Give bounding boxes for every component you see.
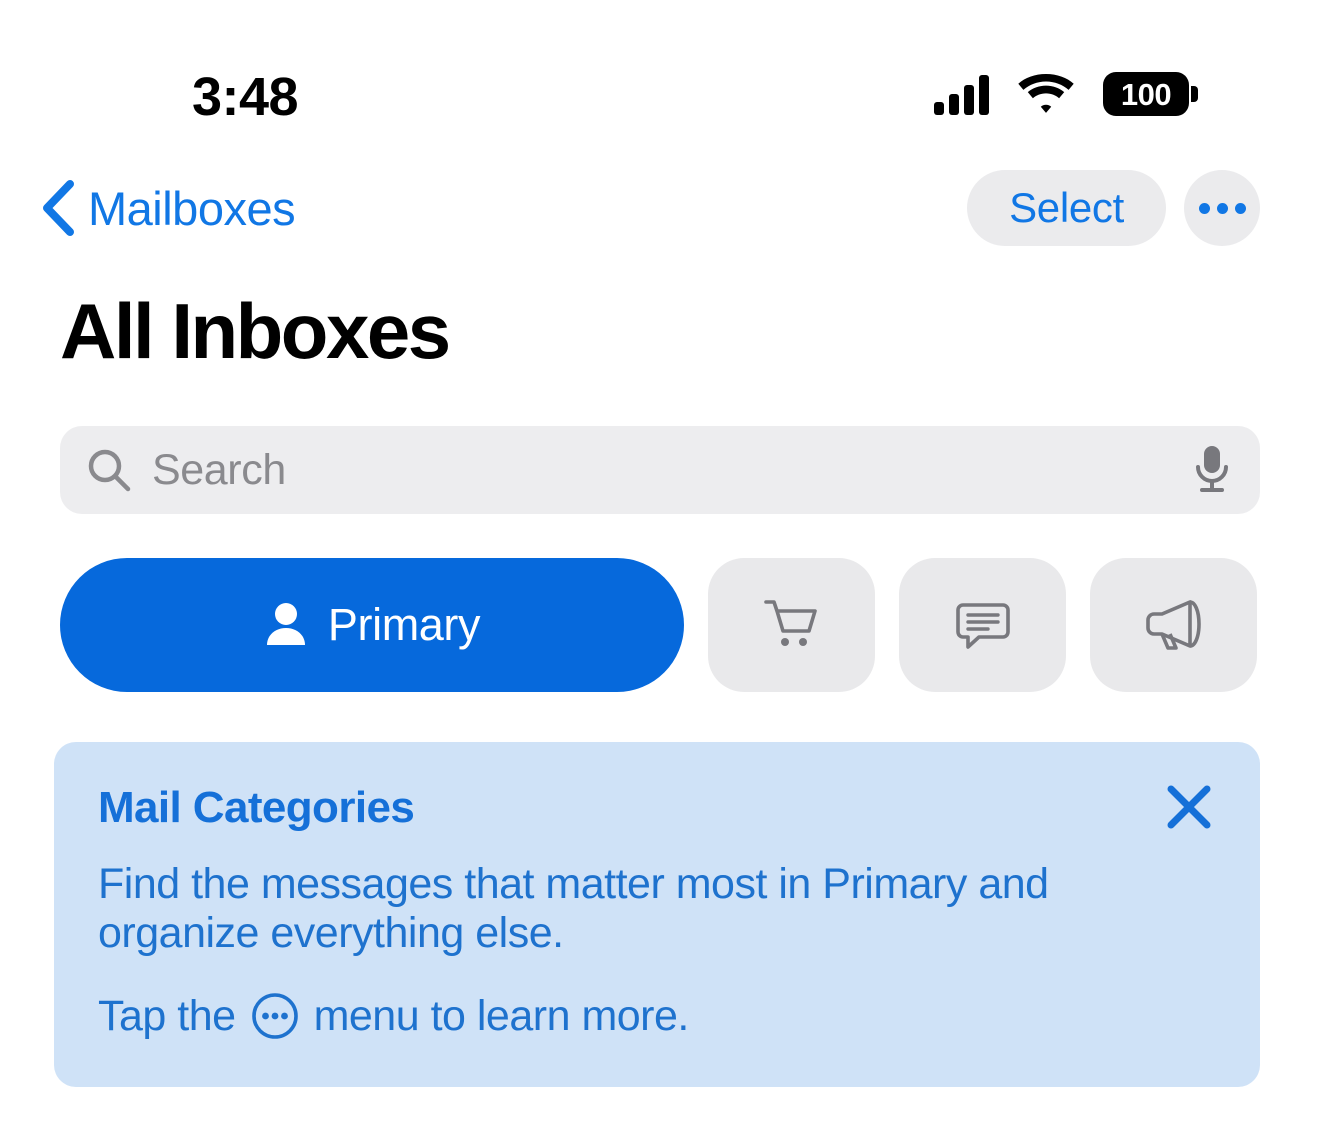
more-options-button[interactable] [1184,170,1260,246]
nav-actions: Select [967,170,1260,246]
search-icon [86,447,132,493]
category-filter-row: Primary [60,558,1260,692]
back-button-label: Mailboxes [88,181,296,235]
wifi-icon [1017,73,1075,115]
banner-title: Mail Categories [98,783,415,832]
category-label-primary: Primary [327,599,481,650]
battery-level-label: 100 [1120,76,1172,112]
banner-hint-suffix: menu to learn more. [313,991,690,1040]
category-button-promotions[interactable] [1090,558,1257,692]
mail-categories-banner: Mail Categories Find the messages that m… [54,742,1260,1088]
shopping-cart-icon [762,596,822,655]
page-title: All Inboxes [60,287,451,375]
speech-bubble-icon [955,596,1011,655]
banner-hint-text: Tap the menu to learn more. [98,991,1214,1041]
category-button-primary[interactable]: Primary [60,558,684,692]
megaphone-icon [1144,596,1204,655]
banner-close-button[interactable] [1154,772,1224,842]
close-icon [1162,785,1216,837]
back-button-mailboxes[interactable]: Mailboxes [40,160,296,256]
cellular-signal-icon [934,73,989,115]
search-input[interactable] [150,444,1190,496]
battery-icon: 100 [1103,72,1198,116]
banner-body-text: Find the messages that matter most in Pr… [98,860,1049,957]
navigation-bar: Mailboxes Select [0,160,1320,256]
search-bar[interactable] [60,426,1260,514]
status-bar-indicators: 100 [934,72,1198,116]
person-icon [264,601,308,650]
circled-ellipsis-icon [250,991,300,1041]
category-button-updates[interactable] [899,558,1066,692]
category-button-transactions[interactable] [708,558,875,692]
banner-hint-prefix: Tap the [98,991,236,1040]
ellipsis-icon [1198,202,1210,214]
status-bar: 3:48 100 [0,0,1320,160]
chevron-left-icon [40,180,74,236]
status-bar-time: 3:48 [192,67,299,127]
microphone-icon[interactable] [1190,443,1234,497]
select-button[interactable]: Select [967,170,1166,246]
